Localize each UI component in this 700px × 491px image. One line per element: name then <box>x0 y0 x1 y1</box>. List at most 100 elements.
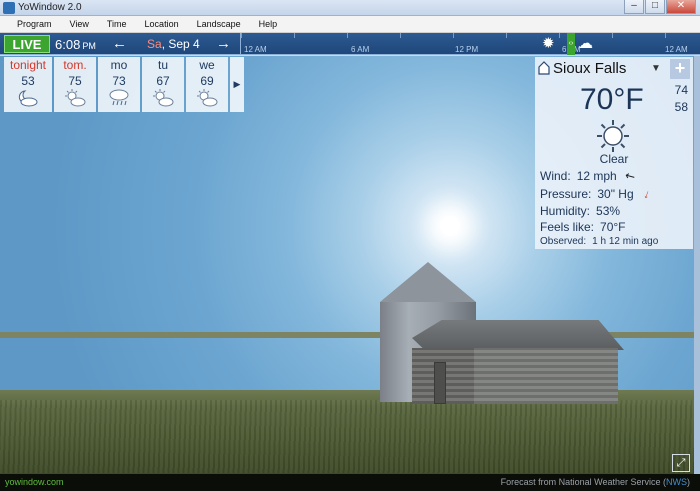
moon-cloud-icon <box>4 89 52 109</box>
sun-icon <box>440 216 460 236</box>
forecast-day-mo[interactable]: mo 73 <box>98 57 140 112</box>
forecast-day-name: tom. <box>63 58 87 72</box>
wind-direction-icon: ↖ <box>621 167 638 185</box>
menu-landscape[interactable]: Landscape <box>188 16 250 32</box>
tick-mark <box>347 33 348 38</box>
source-text: Forecast from National Weather Service ( <box>500 477 666 487</box>
forecast-day-temp: 67 <box>156 74 170 88</box>
status-bar: yowindow.com Forecast from National Weat… <box>0 474 700 491</box>
grass <box>0 400 700 473</box>
forecast-day-name: tu <box>157 58 168 72</box>
sun-icon <box>596 119 630 153</box>
sun-cloud-icon <box>186 89 228 109</box>
observed-value: 1 h 12 min ago <box>592 236 659 247</box>
date-display: Sa, Sep 4 <box>147 37 200 51</box>
feels-like-label: Feels like: <box>540 220 595 234</box>
forecast-source: Forecast from National Weather Service (… <box>501 477 690 487</box>
pressure-value: 30" Hg <box>597 187 634 201</box>
tick-label: 12 PM <box>455 45 479 54</box>
tick-mark <box>506 33 507 38</box>
wind-row: Wind: 12 mph ↖ <box>540 167 638 185</box>
current-conditions-panel: Sioux Falls ▼ + 70°F 74 58 Clear Wind: 12… <box>535 57 693 249</box>
time-value: 6:08 <box>55 37 81 52</box>
time-marker[interactable]: ‹› <box>567 33 575 55</box>
silo-roof <box>380 262 476 302</box>
forecast-day-temp: 75 <box>68 74 82 88</box>
forecast-more-button[interactable]: ▶ <box>230 57 244 112</box>
sun-cloud-icon <box>54 89 96 109</box>
date-dow: Sa <box>147 37 162 51</box>
maximize-button[interactable]: □ <box>645 0 665 14</box>
fullscreen-icon[interactable]: ⤢ <box>672 454 690 472</box>
feels-like-value: 70°F <box>600 220 626 234</box>
time-ampm: PM <box>82 41 96 51</box>
forecast-day-name: we <box>199 58 215 72</box>
nws-link[interactable]: NWS <box>666 477 687 487</box>
rain-cloud-icon <box>98 89 140 109</box>
humidity-value: 53% <box>596 204 621 218</box>
high-temperature: 74 <box>674 83 688 97</box>
hour-scale[interactable]: 12 AM 6 AM 12 PM 6 PM 12 AM <box>240 33 696 55</box>
menu-time[interactable]: Time <box>98 16 136 32</box>
chevron-down-icon[interactable]: ▼ <box>651 63 661 74</box>
window-title: YoWindow 2.0 <box>18 2 82 13</box>
timeline-bar: LIVE 6:08 PM ← Sa, Sep 4 → 12 AM 6 AM 12 … <box>0 33 700 55</box>
home-icon[interactable] <box>538 61 550 75</box>
minimize-button[interactable]: – <box>624 0 644 14</box>
forecast-day-we[interactable]: we 69 <box>186 57 228 112</box>
live-button[interactable]: LIVE <box>4 35 50 53</box>
app-icon <box>3 2 15 14</box>
tick-mark <box>294 33 295 38</box>
forecast-day-temp: 73 <box>112 74 126 88</box>
observed-row: Observed: 1 h 12 min ago <box>540 236 658 247</box>
next-day-button[interactable]: → <box>216 35 231 52</box>
humidity-row: Humidity: 53% <box>540 204 620 218</box>
forecast-day-name: mo <box>110 58 128 72</box>
menu-view[interactable]: View <box>61 16 98 32</box>
menu-help[interactable]: Help <box>250 16 287 32</box>
tick-mark <box>241 33 242 38</box>
condition-text: Clear <box>599 152 629 166</box>
forecast-day-temp: 69 <box>200 74 214 88</box>
add-location-button[interactable]: + <box>670 59 690 79</box>
tick-mark <box>400 33 401 38</box>
wind-value: 12 mph <box>576 169 617 183</box>
forecast-day-temp: 53 <box>21 74 35 88</box>
tick-mark <box>612 33 613 38</box>
source-suffix: ) <box>687 477 690 487</box>
window-titlebar[interactable]: YoWindow 2.0 – □ ✕ <box>0 0 700 16</box>
tick-label: 12 AM <box>665 45 688 54</box>
tick-mark <box>453 33 454 38</box>
forecast-day-tom[interactable]: tom. 75 <box>54 57 96 112</box>
low-temperature: 58 <box>674 100 688 114</box>
sunset-sun-icon: ✹ <box>542 35 555 52</box>
tick-mark <box>559 33 560 38</box>
tick-mark <box>665 33 666 38</box>
observed-label: Observed: <box>540 236 587 247</box>
sun-cloud-icon: ☁ <box>578 35 593 52</box>
barn-roof <box>412 320 624 350</box>
humidity-label: Humidity: <box>540 204 591 218</box>
pressure-row: Pressure: 30" Hg ↓ <box>540 186 652 202</box>
prev-day-button[interactable]: ← <box>112 35 127 52</box>
tick-label: 12 AM <box>244 45 267 54</box>
location-name[interactable]: Sioux Falls <box>553 60 626 77</box>
current-time: 6:08 PM <box>55 37 96 52</box>
forecast-day-tonight[interactable]: tonight 53 <box>4 57 52 112</box>
wind-label: Wind: <box>540 169 571 183</box>
feels-like-row: Feels like: 70°F <box>540 220 626 234</box>
barn-door <box>434 362 446 404</box>
date-rest: , Sep 4 <box>161 37 200 51</box>
website-link[interactable]: yowindow.com <box>5 477 64 487</box>
menu-bar: Program View Time Location Landscape Hel… <box>0 16 700 33</box>
forecast-day-name: tonight <box>9 58 47 72</box>
pressure-label: Pressure: <box>540 187 592 201</box>
forecast-day-tu[interactable]: tu 67 <box>142 57 184 112</box>
menu-location[interactable]: Location <box>136 16 188 32</box>
pressure-trend-icon: ↓ <box>641 186 652 202</box>
scrollbar[interactable] <box>694 56 700 474</box>
close-button[interactable]: ✕ <box>666 0 696 14</box>
menu-program[interactable]: Program <box>8 16 61 32</box>
sun-cloud-icon <box>142 89 184 109</box>
current-temperature: 70°F <box>580 83 644 116</box>
